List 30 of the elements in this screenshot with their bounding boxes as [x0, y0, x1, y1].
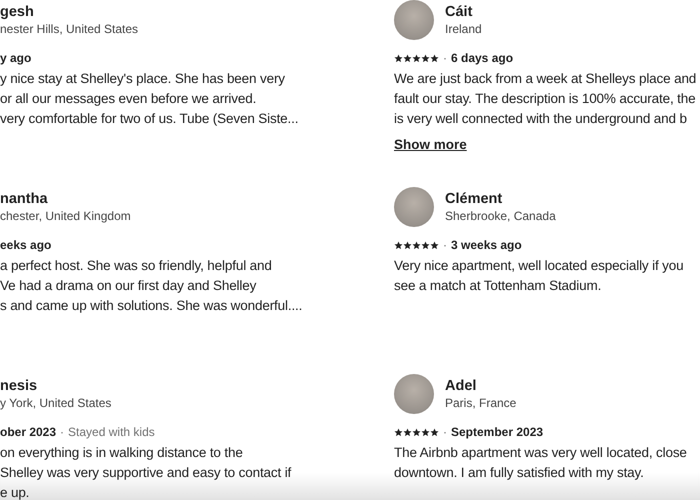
reviewer-name: nantha [0, 190, 49, 208]
reviewer-location: Ireland [445, 21, 482, 37]
reviewer-location: Sherbrooke, Canada [445, 208, 556, 224]
trip-type: Stayed with kids [68, 425, 155, 439]
reviewer-name: Clément [445, 190, 504, 208]
separator-dot: · [443, 425, 447, 439]
reviewer-name: Adel [445, 377, 478, 395]
review-text: The Airbnb apartment was very well located, close downtown. I am fully satisfied with my stay. [394, 444, 688, 482]
review-date: eeks ago [0, 238, 52, 252]
review-date: 3 weeks ago [451, 238, 522, 252]
reviewer-location: chester, United Kingdom [0, 208, 131, 224]
reviewer-name: Cáit [445, 3, 474, 21]
review-text: y nice stay at Shelley's place. She has been very or all our messages even before we arrived. very comfortable for two of us. Tube (Seven Siste... [0, 70, 300, 128]
review-text: on everything is in walking distance to the Shelley was very supportive and easy to contact if e up. [0, 444, 292, 500]
reviewer-location: Paris, France [445, 395, 516, 411]
reviewer-location: nester Hills, United States [0, 21, 138, 37]
separator-dot: · [60, 425, 64, 439]
show-more-link[interactable]: Show more [394, 137, 467, 152]
reviewer-name: gesh [0, 3, 35, 21]
review-date: September 2023 [451, 425, 544, 439]
review-text: We are just back from a week at Shelleys place and fault our stay. The description is 100% accurate, the is very well connected with the underground and b [394, 70, 698, 128]
review-date: y ago [0, 51, 32, 65]
review-text: Very nice apartment, well located especially if you see a match at Tottenham Stadium. [394, 257, 685, 295]
review-date: ober 2023 [0, 425, 56, 439]
separator-dot: · [443, 51, 447, 65]
review-date: 6 days ago [451, 51, 514, 65]
review-text: a perfect host. She was so friendly, helpful and Ve had a drama on our first day and Shelley s and came up with solutions. She was wonderful.... [0, 257, 304, 315]
reviewer-name: nesis [0, 377, 38, 395]
separator-dot: · [443, 238, 447, 252]
reviewer-location: y York, United States [0, 395, 112, 411]
